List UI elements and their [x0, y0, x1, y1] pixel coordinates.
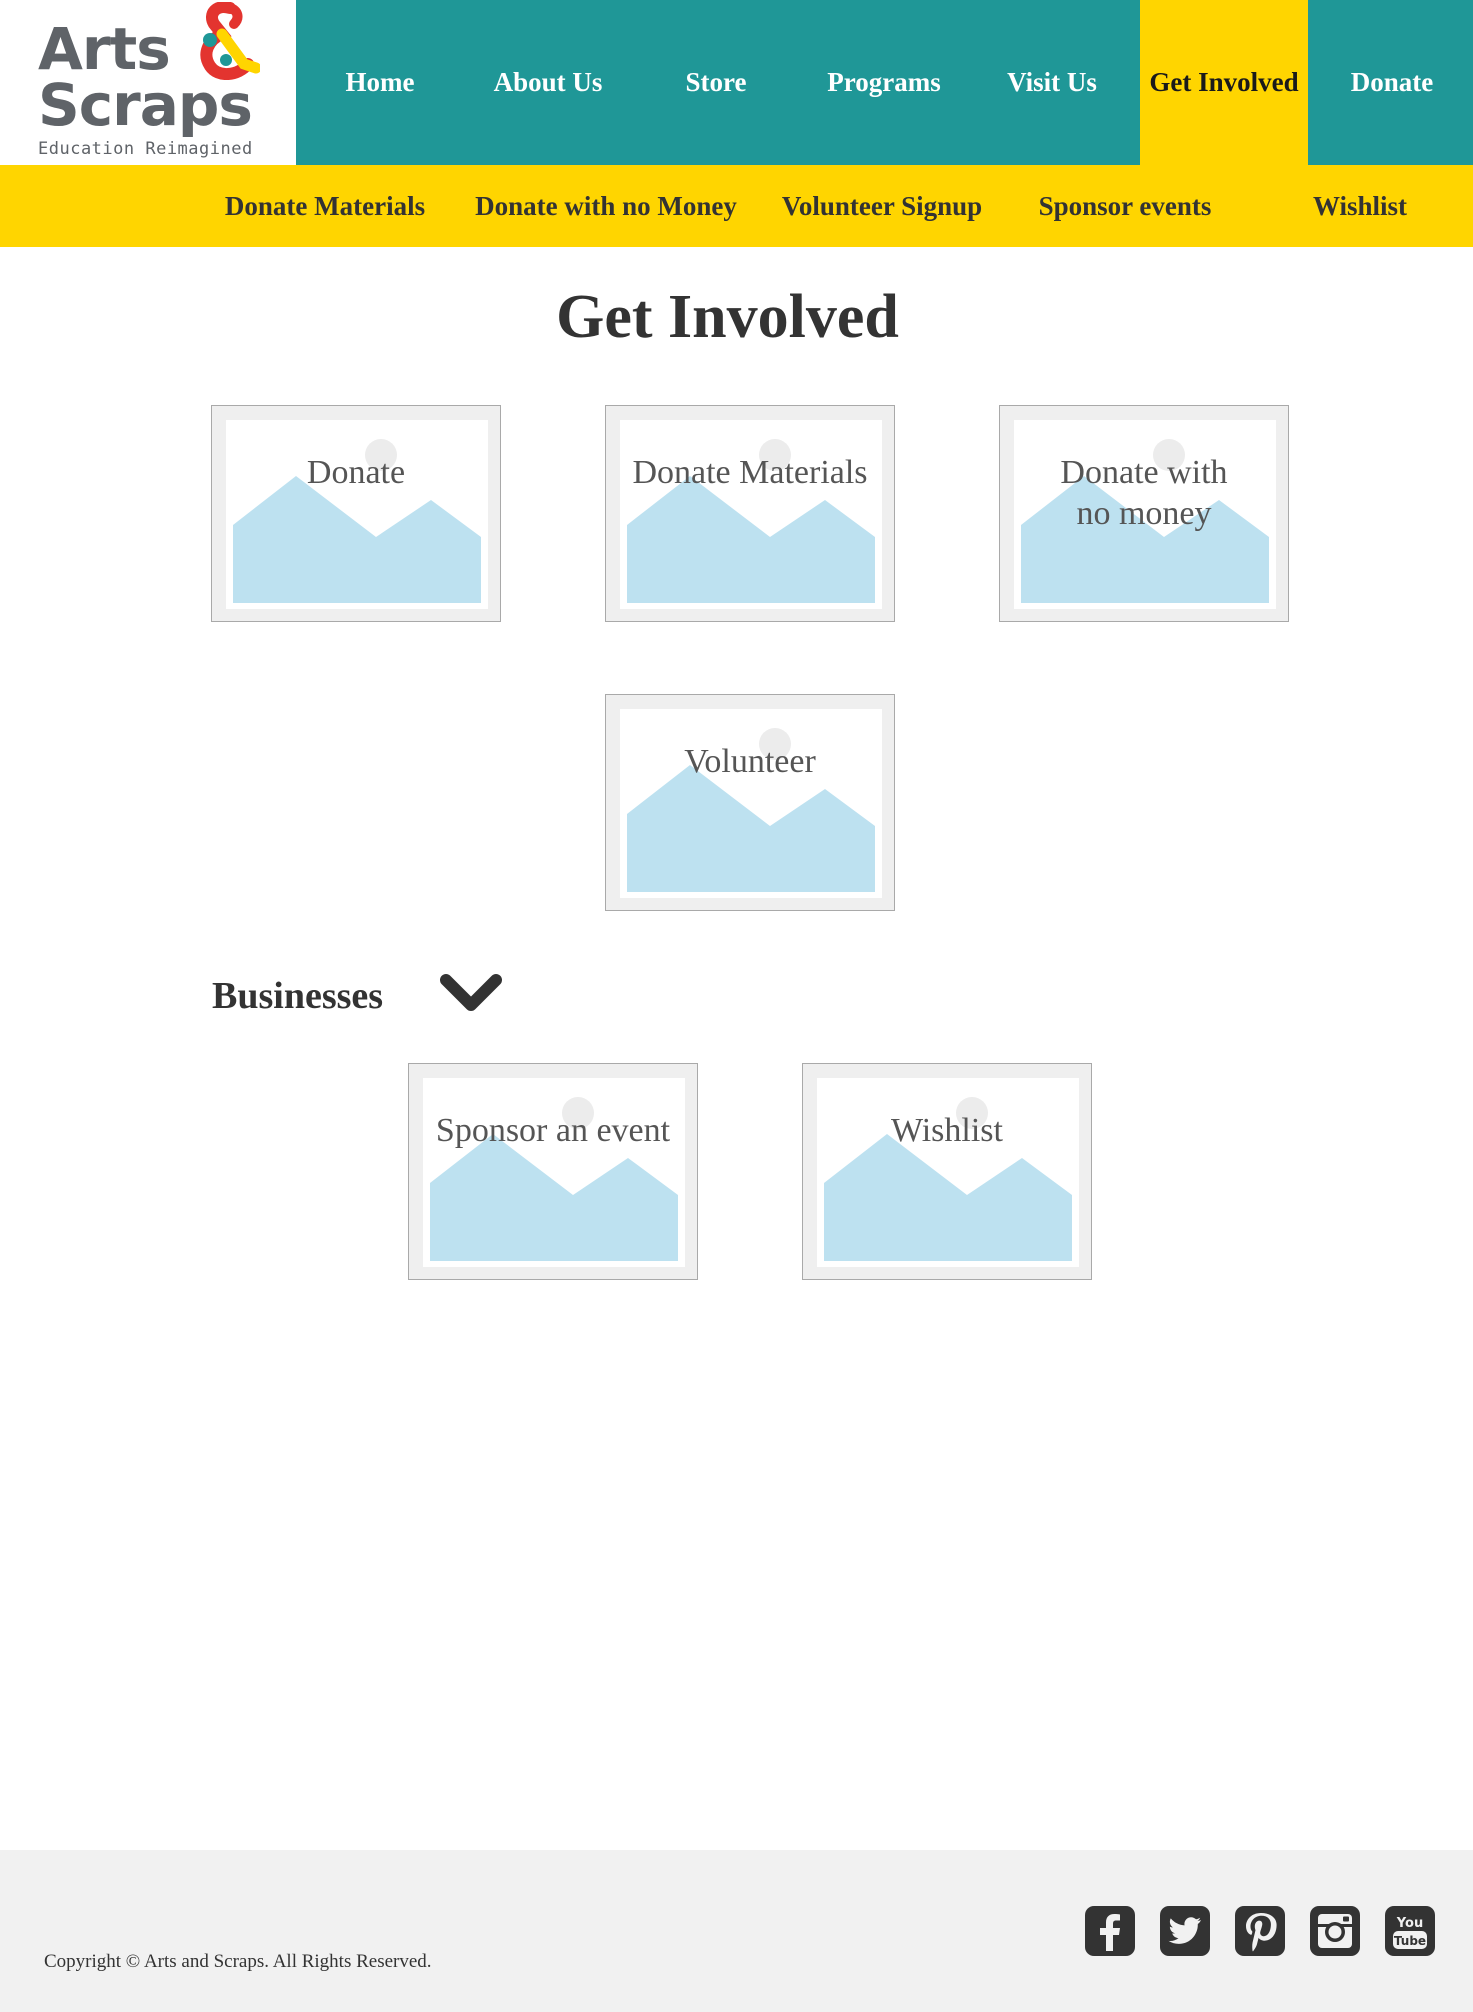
nav-about-us-label: About Us: [493, 67, 603, 97]
logo-ampersand-icon: [200, 2, 260, 80]
nav-get-involved[interactable]: Get Involved: [1140, 0, 1308, 165]
nav-visit-us[interactable]: Visit Us: [968, 0, 1136, 165]
pinterest-icon[interactable]: [1234, 1905, 1286, 1957]
sub-nav: Donate Materials Donate with no Money Vo…: [0, 165, 1473, 247]
card-sponsor-event-label: Sponsor an event: [435, 1112, 671, 1149]
card-volunteer[interactable]: Volunteer: [605, 694, 895, 911]
image-placeholder-icon: [226, 420, 488, 609]
subnav-volunteer-signup-label: Volunteer Signup: [781, 190, 983, 221]
page-title: Get Involved: [556, 283, 899, 351]
card-donate-label: Donate: [306, 454, 406, 491]
card-donate-no-money[interactable]: Donate with no money: [999, 405, 1289, 622]
logo-text-scraps: Scraps: [38, 71, 253, 139]
instagram-icon[interactable]: [1309, 1905, 1361, 1957]
subnav-wishlist-label: Wishlist: [1312, 190, 1408, 221]
nav-programs[interactable]: Programs: [800, 0, 968, 165]
card-donate[interactable]: Donate: [211, 405, 501, 622]
nav-donate[interactable]: Donate: [1308, 0, 1473, 165]
nav-store-label: Store: [685, 67, 747, 97]
image-placeholder-icon: [817, 1078, 1079, 1267]
facebook-icon[interactable]: [1084, 1905, 1136, 1957]
nav-home[interactable]: Home: [296, 0, 464, 165]
subnav-sponsor-events-label: Sponsor events: [1038, 190, 1212, 221]
logo-tagline: Education Reimagined: [38, 139, 253, 159]
nav-visit-us-label: Visit Us: [1007, 67, 1097, 97]
nav-get-involved-label: Get Involved: [1149, 67, 1299, 97]
youtube-icon[interactable]: You Tube: [1384, 1905, 1436, 1957]
nav-donate-label: Donate: [1350, 67, 1434, 97]
card-donate-no-money-label: Donate with no money: [1060, 454, 1228, 532]
nav-about-us[interactable]: About Us: [464, 0, 632, 165]
nav-home-label: Home: [345, 67, 415, 97]
subnav-volunteer-signup[interactable]: Volunteer Signup: [775, 165, 989, 247]
site-header: Arts Scraps Education Reimagined Home Ab…: [0, 0, 1473, 165]
site-footer: Copyright © Arts and Scraps. All Rights …: [0, 1850, 1473, 2012]
site-logo[interactable]: Arts Scraps Education Reimagined: [0, 0, 296, 165]
businesses-heading: Businesses: [212, 975, 384, 1017]
card-donate-materials[interactable]: Donate Materials: [605, 405, 895, 622]
svg-text:You: You: [1396, 1916, 1423, 1931]
image-placeholder-icon: [423, 1078, 685, 1267]
card-donate-materials-label: Donate Materials: [632, 454, 868, 491]
subnav-donate-materials-label: Donate Materials: [224, 190, 426, 221]
image-placeholder-icon: [620, 420, 882, 609]
copyright-text: Copyright © Arts and Scraps. All Rights …: [44, 1951, 432, 1972]
subnav-wishlist[interactable]: Wishlist: [1300, 165, 1420, 247]
nav-programs-label: Programs: [827, 67, 941, 97]
image-placeholder-icon: [620, 709, 882, 898]
subnav-donate-no-money-label: Donate with no Money: [475, 190, 737, 221]
nav-store[interactable]: Store: [632, 0, 800, 165]
subnav-sponsor-events[interactable]: Sponsor events: [1028, 165, 1222, 247]
subnav-donate-no-money[interactable]: Donate with no Money: [467, 165, 745, 247]
card-wishlist-label: Wishlist: [891, 1112, 1003, 1149]
card-volunteer-label: Volunteer: [684, 743, 816, 780]
chevron-down-icon[interactable]: [438, 972, 504, 1016]
logo-text-arts: Arts: [38, 15, 171, 83]
svg-text:Tube: Tube: [1394, 1934, 1426, 1948]
card-sponsor-event[interactable]: Sponsor an event: [408, 1063, 698, 1280]
twitter-icon[interactable]: [1159, 1905, 1211, 1957]
card-wishlist[interactable]: Wishlist: [802, 1063, 1092, 1280]
subnav-donate-materials[interactable]: Donate Materials: [215, 165, 435, 247]
